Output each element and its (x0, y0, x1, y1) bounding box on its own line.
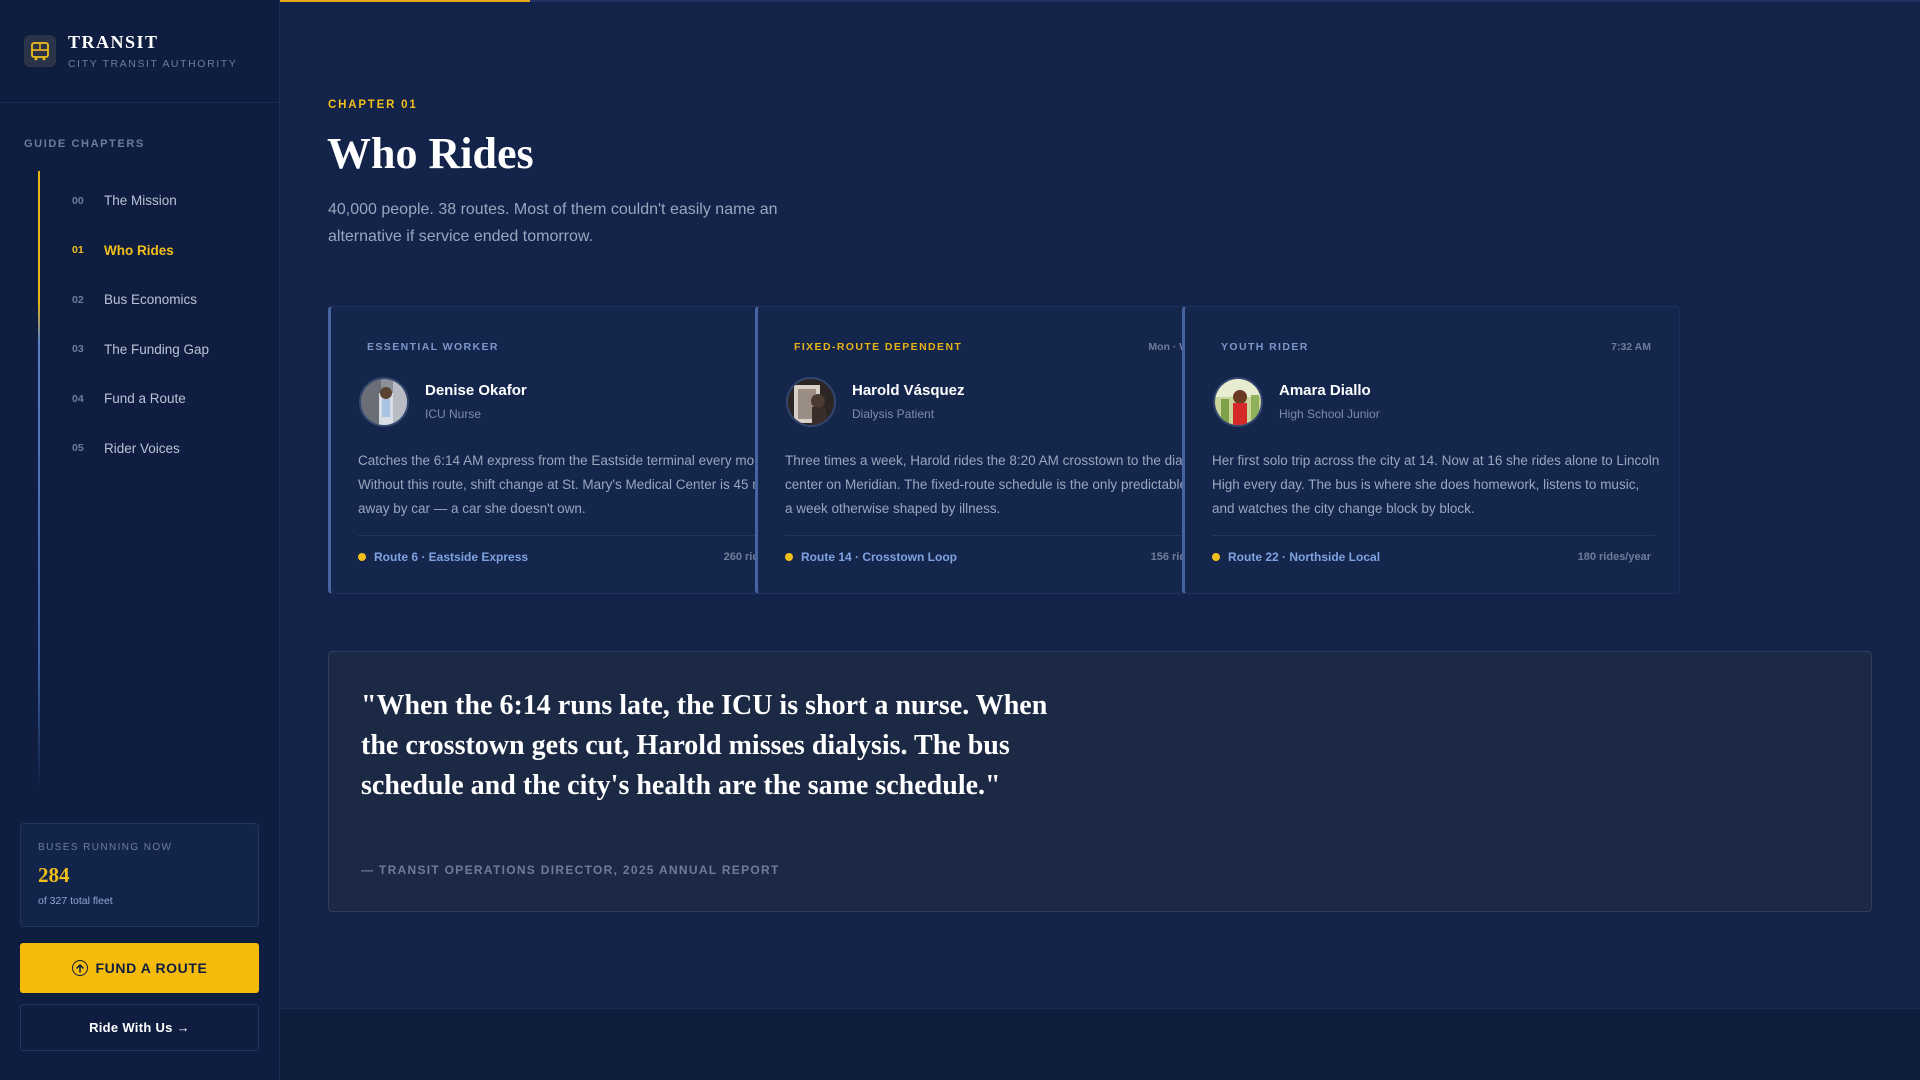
rider-card: YOUTH RIDER 7:32 AM Amara Diallo High Schoo… (1182, 306, 1680, 594)
brand-header: TRANSIT CITY TRANSIT AUTHORITY (0, 0, 279, 103)
card-divider (785, 535, 1228, 536)
nav-item-number: 05 (72, 442, 84, 455)
stats-label: BUSES RUNNING NOW (38, 842, 173, 853)
rides-per-year: 180 rides/year (1577, 551, 1651, 563)
student-avatar (1213, 377, 1263, 427)
rider-card: FIXED-ROUTE DEPENDENTMon · Wed · FriHaro… (755, 306, 1253, 594)
route-link[interactable]: Route 14 · Crosstown Loop (801, 550, 957, 564)
sidebar: TRANSIT CITY TRANSIT AUTHORITY GUIDE CHA… (0, 0, 280, 1080)
rider-role: ICU Nurse (425, 407, 482, 421)
nav-item-who-rides[interactable]: 01 Who Rides (72, 226, 209, 276)
quote-text: "When the 6:14 runs late, the ICU is sho… (361, 690, 1048, 801)
rider-type-label: FIXED-ROUTE DEPENDENT (794, 341, 963, 353)
nav-item-label: Rider Voices (104, 440, 180, 456)
nav-item-number: 01 (72, 244, 84, 257)
nurse-avatar (359, 377, 409, 427)
bus-icon (24, 35, 56, 67)
nav-item-bus-economics[interactable]: 02 Bus Economics (72, 275, 209, 325)
main-content: CHAPTER 01 Who Rides 40,000 people. 38 r… (280, 0, 1920, 1008)
nav-item-number: 03 (72, 343, 84, 356)
rider-type-label: YOUTH RIDER (1221, 341, 1309, 353)
fund-a-route-button[interactable]: FUND A ROUTE (20, 943, 259, 993)
nav-item-the-mission[interactable]: 00 The Mission (72, 176, 209, 226)
nav-item-rider-voices[interactable]: 05 Rider Voices (72, 424, 209, 474)
nav-item-label: The Funding Gap (104, 341, 210, 357)
rider-role: High School Junior (1279, 407, 1380, 421)
nav-item-label: Who Rides (104, 242, 174, 258)
arrow-up-circle-icon (71, 960, 88, 976)
footer-band (280, 1008, 1920, 1080)
rider-name: Amara Diallo (1279, 382, 1371, 399)
nav-heading: GUIDE CHAPTERS (24, 138, 145, 150)
nav-progress-line (38, 171, 40, 791)
nav-item-label: Bus Economics (104, 292, 198, 308)
pull-quote: "When the 6:14 runs late, the ICU is sho… (328, 651, 1872, 912)
card-divider (358, 535, 801, 536)
ride-button-label: Ride With Us → (89, 1020, 190, 1035)
nav-item-number: 02 (72, 293, 84, 306)
nav-item-the-funding-gap[interactable]: 03 The Funding Gap (72, 325, 209, 375)
route-dot-icon (358, 553, 366, 561)
route-dot-icon (1212, 553, 1220, 561)
nav-item-label: The Mission (104, 193, 177, 209)
fund-button-label: FUND A ROUTE (95, 960, 208, 976)
brand-subtitle: CITY TRANSIT AUTHORITY (68, 58, 238, 70)
ride-with-us-button[interactable]: Ride With Us → (20, 1004, 259, 1051)
route-link[interactable]: Route 6 · Eastside Express (374, 550, 528, 564)
page-title: Who Rides (327, 129, 534, 178)
card-divider (1212, 535, 1655, 536)
stats-value: 284 (38, 863, 70, 887)
nav-item-label: Fund a Route (104, 391, 186, 407)
nav-item-number: 00 (72, 194, 84, 207)
rider-type-label: ESSENTIAL WORKER (367, 341, 499, 353)
buses-running-card: BUSES RUNNING NOW 284 of 327 total fleet (20, 823, 259, 927)
chapter-label: CHAPTER 01 (328, 99, 418, 111)
reading-progress-track (280, 0, 1920, 2)
stats-subtext: of 327 total fleet (38, 895, 113, 907)
route-dot-icon (785, 553, 793, 561)
route-link[interactable]: Route 22 · Northside Local (1228, 550, 1380, 564)
rider-time: 7:32 AM (1611, 341, 1651, 353)
patient-avatar (786, 377, 836, 427)
reading-progress-fill (280, 0, 531, 2)
rider-story: Catches the 6:14 AM express from the Eas… (358, 453, 800, 516)
brand-title: TRANSIT (68, 32, 159, 52)
rider-story: Her first solo trip across the city at 1… (1212, 453, 1660, 516)
chapter-intro: 40,000 people. 38 routes. Most of them c… (328, 201, 778, 245)
rider-card: ESSENTIAL WORKER5:58 AMDenise OkaforICU … (328, 306, 826, 594)
nav-item-number: 04 (72, 392, 84, 405)
nav-item-fund-a-route[interactable]: 04 Fund a Route (72, 374, 209, 424)
rider-story: Three times a week, Harold rides the 8:2… (785, 453, 1235, 516)
rider-name: Denise Okafor (425, 382, 527, 399)
rider-name: Harold Vásquez (852, 382, 965, 399)
rider-role: Dialysis Patient (852, 407, 935, 421)
quote-attribution: — TRANSIT OPERATIONS DIRECTOR, 2025 ANNU… (361, 863, 780, 877)
chapter-nav: 00 The Mission 01 Who Rides 02 Bus Economics 0… (72, 176, 209, 473)
